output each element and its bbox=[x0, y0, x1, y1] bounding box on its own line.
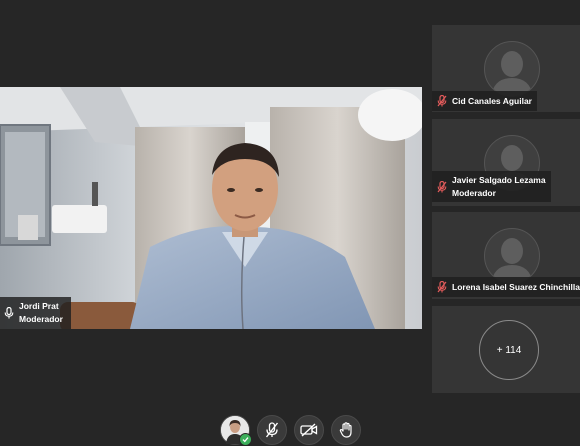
participant-label: Cid Canales Aguilar bbox=[432, 91, 537, 111]
participant-role: Moderador bbox=[452, 188, 496, 198]
avatar bbox=[484, 41, 540, 97]
person-placeholder-icon bbox=[491, 51, 533, 96]
speaker-video-frame bbox=[0, 87, 422, 329]
speaker-name: Jordi Prat bbox=[19, 301, 59, 311]
mic-muted-icon bbox=[265, 422, 279, 438]
mute-toggle-button[interactable] bbox=[257, 415, 287, 445]
mic-icon bbox=[4, 307, 14, 319]
participant-name: Cid Canales Aguilar bbox=[452, 96, 532, 106]
main-speaker-video[interactable]: Jordi Prat Moderador bbox=[0, 87, 422, 329]
participant-name: Javier Salgado Lezama bbox=[452, 175, 546, 185]
participant-tile[interactable]: Javier Salgado Lezama Moderador bbox=[432, 119, 580, 206]
participant-label: Javier Salgado Lezama Moderador bbox=[432, 171, 551, 202]
raise-hand-icon bbox=[339, 422, 352, 438]
camera-off-icon bbox=[300, 423, 318, 437]
participant-tile[interactable]: Cid Canales Aguilar bbox=[432, 25, 580, 112]
raise-hand-button[interactable] bbox=[331, 415, 361, 445]
speaker-role: Moderador bbox=[19, 314, 63, 324]
call-toolbar bbox=[220, 415, 361, 446]
more-participants-tile[interactable]: + 114 bbox=[432, 306, 580, 393]
participant-tile[interactable]: Lorena Isabel Suarez Chinchilla bbox=[432, 212, 580, 299]
more-participants-count[interactable]: + 114 bbox=[479, 320, 539, 380]
speaker-name-tag: Jordi Prat Moderador bbox=[0, 297, 71, 329]
participant-name: Lorena Isabel Suarez Chinchilla bbox=[452, 282, 580, 292]
camera-toggle-button[interactable] bbox=[294, 415, 324, 445]
connected-check-icon bbox=[239, 433, 252, 446]
avatar bbox=[484, 228, 540, 284]
mic-muted-icon bbox=[437, 95, 447, 107]
mic-muted-icon bbox=[437, 180, 447, 192]
self-avatar-button[interactable] bbox=[220, 415, 252, 446]
participant-label: Lorena Isabel Suarez Chinchilla bbox=[432, 277, 580, 297]
person-placeholder-icon bbox=[491, 238, 533, 283]
mic-muted-icon bbox=[437, 281, 447, 293]
